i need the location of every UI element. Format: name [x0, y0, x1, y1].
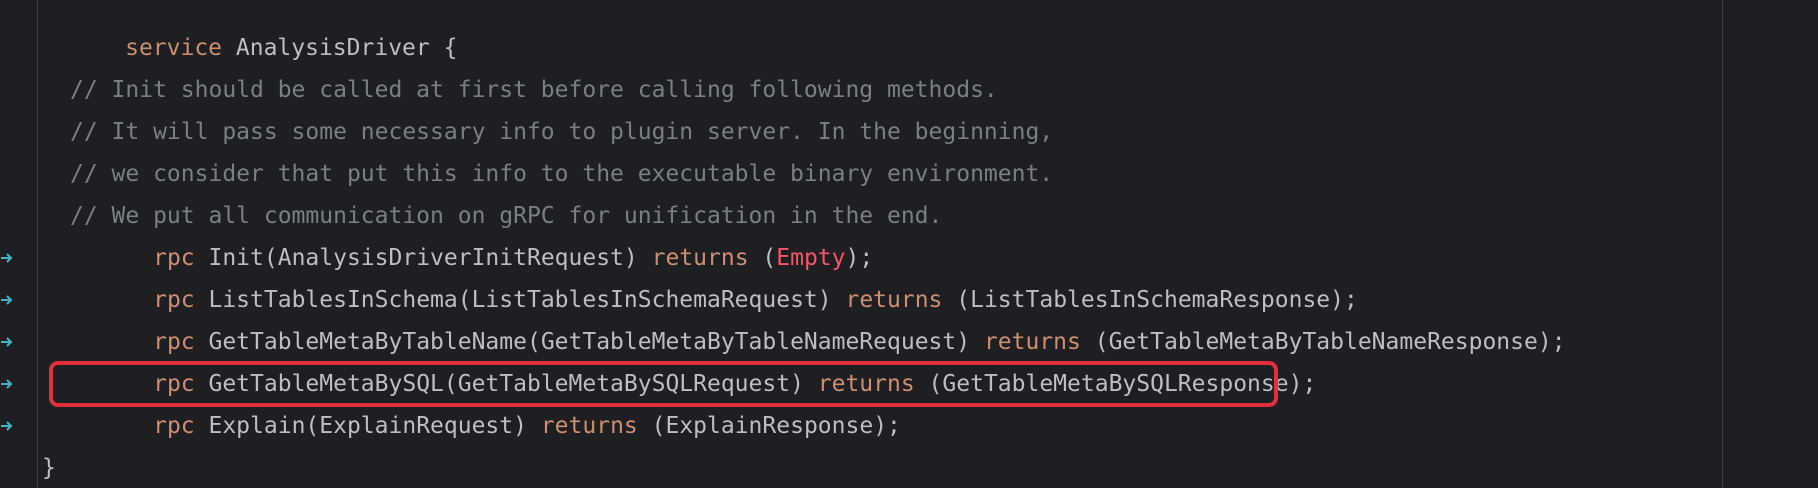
- comment-text: // Init should be called at first before…: [70, 77, 998, 103]
- closing-brace: }: [42, 455, 56, 481]
- rpc-response-type: ExplainResponse: [665, 413, 874, 439]
- code-line-service[interactable]: service AnalysisDriver {: [0, 27, 1700, 69]
- code-editor[interactable]: service AnalysisDriver { // Init should …: [0, 0, 1818, 488]
- service-name: AnalysisDriver {: [222, 35, 458, 61]
- rpc-signature: Explain(ExplainRequest): [194, 413, 541, 439]
- code-line-rpc-explain[interactable]: rpc Explain(ExplainRequest) returns (Exp…: [0, 405, 1700, 447]
- code-line-comment[interactable]: // Init should be called at first before…: [0, 69, 1700, 111]
- paren-close: );: [873, 413, 901, 439]
- service-keyword: service: [125, 35, 223, 61]
- implement-arrow-icon[interactable]: [0, 335, 14, 349]
- implement-arrow-icon[interactable]: [0, 293, 14, 307]
- comment-text: // It will pass some necessary info to p…: [70, 119, 1054, 145]
- implement-arrow-icon[interactable]: [0, 377, 14, 391]
- code-line-comment[interactable]: // we consider that put this info to the…: [0, 153, 1700, 195]
- rpc-keyword: rpc: [153, 413, 195, 439]
- implement-arrow-icon[interactable]: [0, 251, 14, 265]
- highlight-annotation-box: [49, 361, 1278, 407]
- code-line-comment[interactable]: // It will pass some necessary info to p…: [0, 111, 1700, 153]
- paren-open: (: [637, 413, 666, 439]
- comment-text: // we consider that put this info to the…: [70, 161, 1054, 187]
- right-margin-guide: [1722, 0, 1723, 488]
- paren-close: );: [1288, 371, 1317, 397]
- paren-close: );: [1537, 329, 1566, 355]
- returns-keyword: returns: [540, 413, 638, 439]
- implement-arrow-icon[interactable]: [0, 419, 14, 433]
- code-line-closing-brace[interactable]: }: [0, 447, 1700, 488]
